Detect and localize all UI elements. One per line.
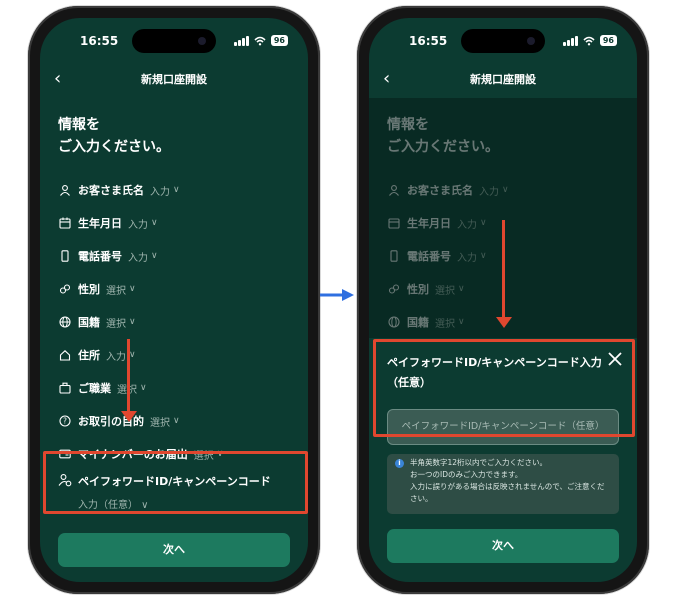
field-gender[interactable]: 性別 選択 ∨ (58, 281, 136, 297)
phone-icon (58, 249, 72, 263)
question-icon: ? (58, 414, 72, 428)
red-arrow-head-left (121, 411, 137, 422)
next-button[interactable]: 次へ (58, 533, 290, 567)
page-title: 新規口座開設 (470, 73, 536, 86)
field-birthdate[interactable]: 生年月日 入力 ∨ (58, 215, 158, 231)
person-icon (58, 183, 72, 197)
field-purpose[interactable]: ? お取引の目的 選択 ∨ (58, 413, 180, 429)
info-icon: i (395, 459, 404, 468)
chevron-down-icon: ∨ (173, 185, 180, 195)
red-arrow-shaft-left (127, 339, 130, 411)
highlight-payforward-field (43, 451, 308, 514)
chevron-down-icon: ∨ (151, 251, 158, 261)
field-phone[interactable]: 電話番号 入力 ∨ (58, 248, 158, 264)
battery-icon: 96 (270, 35, 288, 46)
signal-icon (562, 35, 578, 46)
status-bar: 16:55 96 (395, 34, 617, 52)
wifi-icon (583, 36, 595, 45)
next-button[interactable]: 次へ (387, 529, 619, 563)
briefcase-icon (58, 381, 72, 395)
chevron-down-icon: ∨ (129, 284, 136, 294)
transition-arrow-icon (320, 289, 354, 301)
nav-bar: ‹ 新規口座開設 (369, 68, 637, 92)
gender-icon (58, 282, 72, 296)
nav-bar: ‹ 新規口座開設 (40, 68, 308, 92)
red-arrow-head-right (496, 317, 512, 328)
field-occupation[interactable]: ご職業 選択∨ (58, 380, 147, 396)
chevron-down-icon: ∨ (129, 317, 136, 327)
chevron-down-icon: ∨ (140, 383, 147, 393)
status-time: 16:55 (409, 34, 448, 48)
page-title: 新規口座開設 (141, 73, 207, 86)
signal-icon (233, 35, 249, 46)
field-nationality[interactable]: 国籍 選択 ∨ (58, 314, 136, 330)
form-heading: 情報を ご入力ください。 (58, 117, 170, 155)
red-arrow-shaft-right (502, 220, 505, 317)
info-notice: i 半角英数字12桁以内でご入力ください。 お一つのIDのみご入力できます。 入… (387, 454, 619, 514)
status-time: 16:55 (80, 34, 119, 48)
wifi-icon (254, 36, 266, 45)
chevron-down-icon: ∨ (151, 218, 158, 228)
highlight-campaign-sheet (373, 339, 635, 437)
calendar-icon (58, 216, 72, 230)
svg-text:?: ? (63, 417, 67, 426)
field-address[interactable]: 住所 入力 ∨ (58, 347, 136, 363)
status-bar: 16:55 96 (66, 34, 288, 52)
battery-icon: 96 (599, 35, 617, 46)
chevron-down-icon: ∨ (173, 416, 180, 426)
globe-icon (58, 315, 72, 329)
home-icon (58, 348, 72, 362)
field-name[interactable]: お客さま氏名 入力 ∨ (58, 182, 180, 198)
